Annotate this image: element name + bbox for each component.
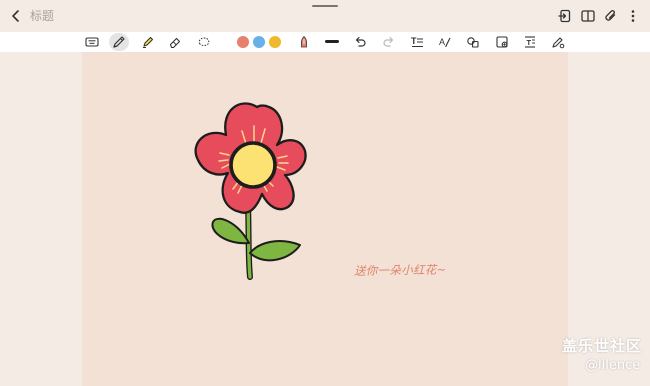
highlighter-tool[interactable] — [140, 34, 156, 50]
convert-text-icon: A — [439, 37, 451, 48]
page-view-button[interactable] — [580, 8, 596, 24]
paperclip-icon — [605, 10, 616, 21]
lasso-icon — [198, 37, 210, 46]
eraser-tool[interactable] — [167, 34, 183, 50]
more-options-button[interactable] — [625, 8, 641, 24]
back-button[interactable] — [8, 8, 24, 24]
image-insert-button[interactable] — [494, 34, 510, 50]
pen-icon — [113, 36, 125, 48]
import-icon — [558, 9, 571, 23]
keyboard-icon — [85, 37, 99, 47]
note-title[interactable]: 标题 — [30, 8, 54, 24]
import-button[interactable] — [557, 8, 573, 24]
undo-icon — [355, 36, 366, 47]
watermark-author: @lilence — [585, 358, 641, 373]
text-style-button[interactable]: T — [409, 34, 425, 50]
handwritten-note: 送你一朵小红花~ — [353, 262, 447, 278]
redo-button[interactable] — [381, 34, 397, 50]
flower-center — [229, 141, 277, 189]
leaf-left — [211, 217, 250, 245]
chevron-left-icon — [12, 10, 19, 22]
more-vertical-icon — [631, 10, 635, 22]
pen-settings-button[interactable] — [550, 34, 566, 50]
svg-text:T: T — [527, 38, 532, 47]
pen-tool[interactable] — [111, 34, 127, 50]
watermark-brand: 盖乐世社区 — [562, 337, 643, 355]
color-swatch-blue[interactable] — [253, 36, 265, 48]
attach-button[interactable] — [603, 8, 619, 24]
flower-drawing — [194, 102, 307, 280]
toolbar: T A T — [0, 32, 650, 52]
svg-text:A: A — [439, 37, 445, 47]
keyboard-tool[interactable] — [84, 34, 100, 50]
svg-text:T: T — [411, 36, 417, 46]
image-icon — [496, 36, 508, 48]
highlighter-icon — [143, 36, 154, 48]
color-swatch-red[interactable] — [237, 36, 249, 48]
shapes-button[interactable] — [465, 34, 481, 50]
book-icon — [581, 10, 595, 22]
shapes-icon — [467, 37, 479, 48]
pen-type-button[interactable] — [296, 34, 312, 50]
lasso-tool[interactable] — [196, 34, 212, 50]
text-box-button[interactable]: T — [522, 34, 538, 50]
leaf-right — [249, 240, 301, 262]
stroke-thickness-selector[interactable] — [325, 40, 339, 43]
handwriting-to-text-button[interactable]: A — [437, 34, 453, 50]
drawing-canvas[interactable] — [82, 52, 568, 386]
pen-nib-icon — [301, 35, 307, 48]
undo-button[interactable] — [352, 34, 368, 50]
eraser-icon — [169, 37, 181, 49]
pen-settings-icon — [552, 37, 565, 49]
color-swatch-yellow[interactable] — [269, 36, 281, 48]
text-style-icon: T — [411, 36, 423, 47]
header: 标题 — [0, 0, 650, 32]
text-box-icon: T — [525, 36, 535, 48]
redo-icon — [383, 36, 394, 47]
